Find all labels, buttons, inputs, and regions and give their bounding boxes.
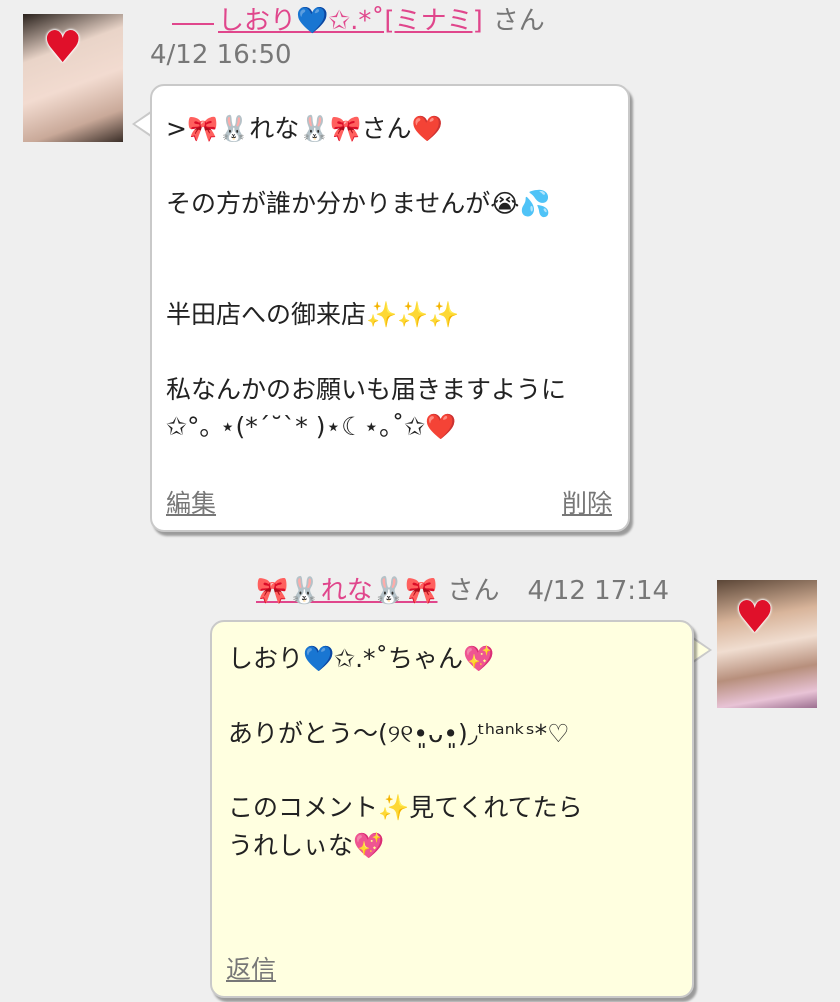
reply-timestamp: 4/12 17:14 — [527, 576, 670, 606]
edit-link[interactable]: 編集 — [166, 489, 216, 518]
message-line: このコメント✨見てくれてたら — [228, 793, 583, 822]
reply-author-avatar[interactable]: ♥ — [717, 580, 817, 708]
message-line: その方が誰か分かりませんが😭💦 — [166, 188, 551, 218]
message-line: 私なんかのお願いも届きますように — [166, 374, 567, 404]
heart-icon: ♥ — [43, 22, 83, 73]
author-suffix: さん — [492, 6, 545, 36]
author-name-link[interactable]: しおり💙✩.*˚[ミナミ] — [218, 6, 483, 36]
message-line: >🎀🐰れな🐰🎀さん❤️ — [166, 114, 443, 143]
message-line: しおり💙✩.*˚ちゃん💖 — [228, 644, 495, 673]
message-line: ✩°｡ ⋆(*´˘`* )⋆☾⋆｡˚✩❤️ — [166, 412, 457, 441]
author-avatar[interactable]: ♥ — [23, 14, 123, 142]
message-line: 半田店への御来店✨✨✨ — [166, 300, 460, 329]
message-bubble: >🎀🐰れな🐰🎀さん❤️ その方が誰か分かりませんが😭💦 半田店への御来店✨✨✨ 私なん… — [150, 84, 630, 532]
delete-link[interactable]: 削除 — [562, 485, 612, 523]
bubble-tail — [132, 110, 153, 138]
message-body: >🎀🐰れな🐰🎀さん❤️ その方が誰か分かりませんが😭💦 半田店への御来店✨✨✨ 私なん… — [166, 110, 612, 446]
reply-author-suffix: さん — [447, 576, 500, 606]
message-line: ありがとう〜(୨୧•͈ᴗ•͈)◞ᵗʰᵃⁿᵏˢ*♡ — [228, 718, 570, 748]
post-timestamp: 4/12 16:50 — [150, 40, 292, 70]
reply-author-name-link[interactable]: 🎀🐰れな🐰🎀 — [256, 576, 438, 606]
reply-body: しおり💙✩.*˚ちゃん💖 ありがとう〜(୨୧•͈ᴗ•͈)◞ᵗʰᵃⁿᵏˢ*♡ このコメ… — [228, 640, 676, 864]
name-underline — [172, 23, 214, 25]
reply-bubble: しおり💙✩.*˚ちゃん💖 ありがとう〜(୨୧•͈ᴗ•͈)◞ᵗʰᵃⁿᵏˢ*♡ このコメ… — [210, 620, 694, 998]
reply-actions: 返信 — [226, 951, 676, 989]
reply-author-row: 🎀🐰れな🐰🎀 さん 4/12 17:14 — [256, 576, 669, 607]
author-name-row: しおり💙✩.*˚[ミナミ] さん — [172, 6, 545, 37]
heart-icon: ♥ — [735, 592, 775, 643]
bubble-tail — [691, 636, 712, 664]
message-actions: 編集 削除 — [166, 485, 612, 523]
message-line: うれしぃな💖 — [228, 830, 385, 860]
reply-link[interactable]: 返信 — [226, 955, 276, 984]
